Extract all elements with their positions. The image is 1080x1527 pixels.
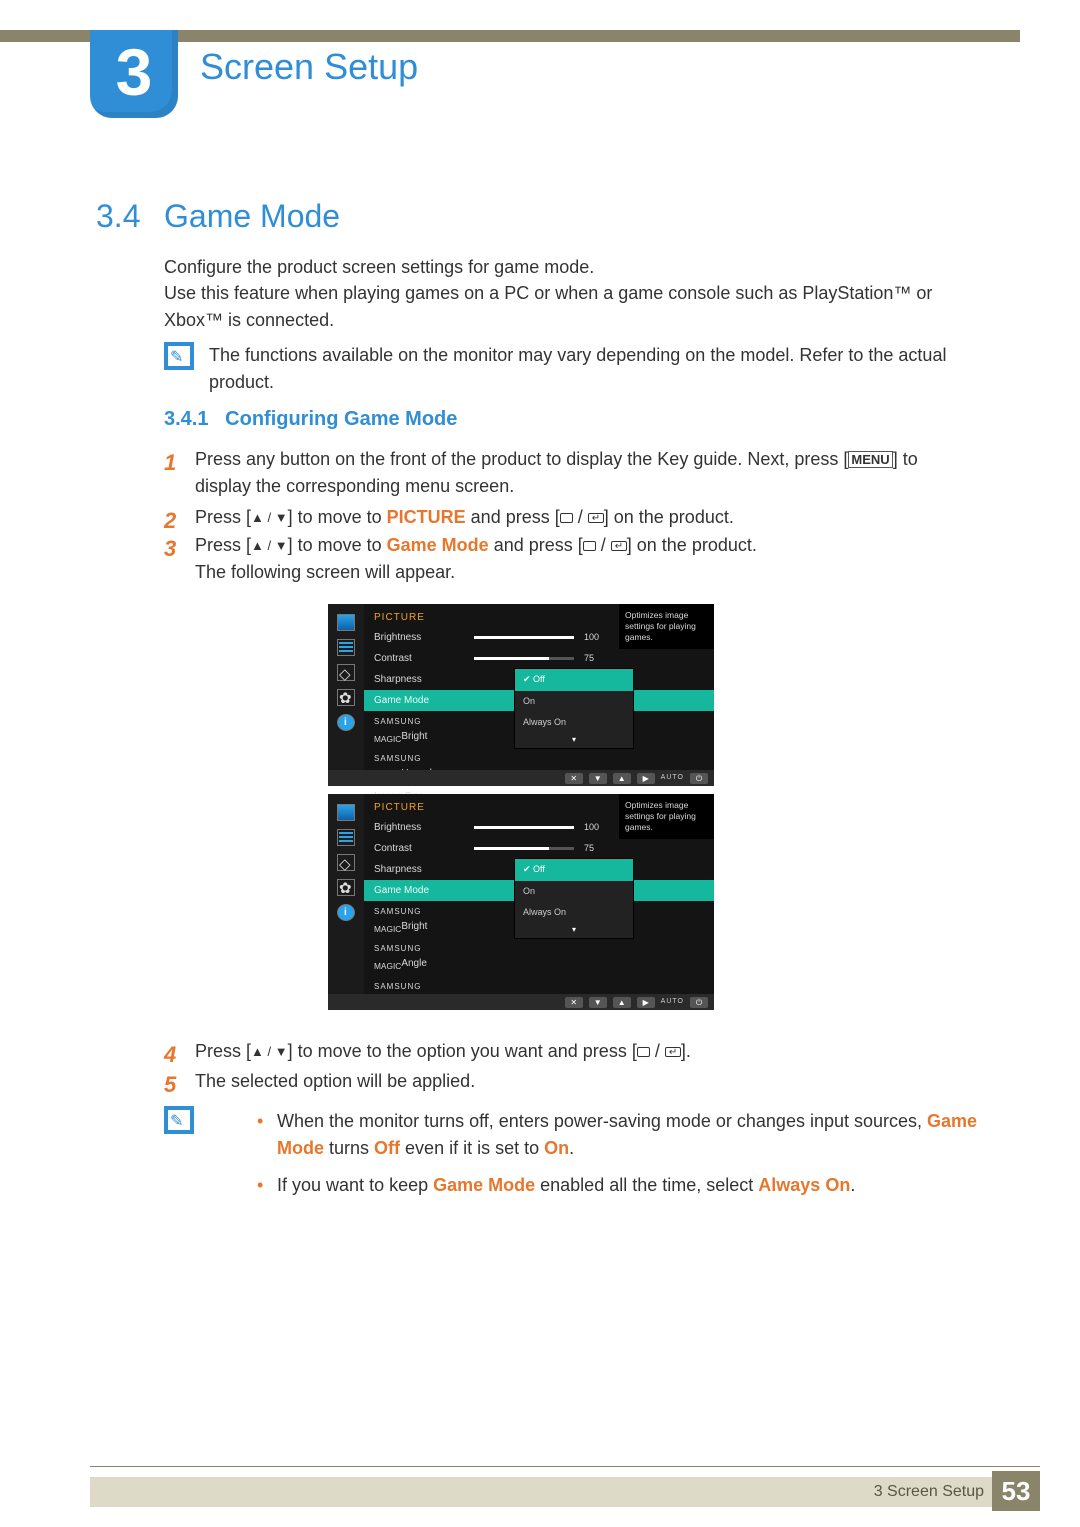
power-icon: ⏻: [690, 773, 708, 784]
right-icon: ▶: [637, 773, 655, 784]
select-icon: [637, 1047, 650, 1057]
osd-tooltip: Optimizes image settings for playing gam…: [619, 604, 714, 649]
up-down-icon: ▲ / ▼: [251, 538, 288, 553]
note-top-text: The functions available on the monitor m…: [209, 342, 979, 396]
option-on: On: [515, 691, 633, 713]
step-1: 1 Press any button on the front of the p…: [164, 446, 984, 500]
step-number: 5: [164, 1068, 190, 1101]
section-number: 3.4: [96, 192, 140, 240]
osd-sidebar: [328, 604, 364, 770]
option-on: On: [515, 881, 633, 903]
info-tab-icon: [337, 714, 355, 731]
color-tab-icon: [337, 639, 355, 656]
color-tab-icon: [337, 829, 355, 846]
osd-sidebar: [328, 794, 364, 994]
right-icon: ▶: [637, 997, 655, 1008]
footer-rule: [90, 1466, 1040, 1467]
settings-tab-icon: [337, 879, 355, 896]
enter-icon: [588, 513, 604, 523]
settings-tab-icon: [337, 689, 355, 706]
step-5: 5 The selected option will be applied.: [164, 1068, 984, 1101]
osd-options-popup: Off On Always On ▾: [514, 668, 634, 749]
note-icon: [164, 1106, 194, 1134]
option-off: Off: [515, 859, 633, 881]
osd-row-contrast: Contrast 75: [364, 838, 714, 859]
up-icon: ▲: [613, 773, 631, 784]
auto-label: AUTO: [661, 773, 684, 784]
select-icon: [583, 541, 596, 551]
page-number: 53: [992, 1471, 1040, 1511]
scroll-down-icon: ▾: [515, 734, 633, 748]
step-text: Press [▲ / ▼] to move to the option you …: [195, 1038, 975, 1065]
osd-main: PICTURE Brightness 100 Contrast 75 Sharp…: [364, 794, 714, 994]
subsection-number: 3.4.1: [164, 408, 208, 430]
close-icon: ✕: [565, 773, 583, 784]
up-icon: ▲: [613, 997, 631, 1008]
target-picture: PICTURE: [387, 507, 466, 527]
close-icon: ✕: [565, 997, 583, 1008]
osd-menu-figure-2: PICTURE Brightness 100 Contrast 75 Sharp…: [328, 794, 714, 994]
subsection-title: Configuring Game Mode: [225, 408, 457, 430]
note-top: The functions available on the monitor m…: [164, 342, 984, 396]
down-icon: ▼: [589, 997, 607, 1008]
osd-row-magic-angle: SAMSUNGMAGICAngle: [364, 938, 714, 975]
note-bottom: When the monitor turns off, enters power…: [164, 1106, 984, 1209]
up-down-icon: ▲ / ▼: [251, 1044, 288, 1059]
step-4: 4 Press [▲ / ▼] to move to the option yo…: [164, 1038, 984, 1071]
option-always-on: Always On: [515, 712, 633, 734]
scroll-down-icon: ▾: [515, 924, 633, 938]
step-3: 3 Press [▲ / ▼] to move to Game Mode and…: [164, 532, 984, 586]
osd-row-contrast: Contrast 75: [364, 648, 714, 669]
osd-tooltip: Optimizes image settings for playing gam…: [619, 794, 714, 839]
osd-options-popup: Off On Always On ▾: [514, 858, 634, 939]
option-always-on: Always On: [515, 902, 633, 924]
down-icon: ▼: [589, 773, 607, 784]
step-number: 4: [164, 1038, 190, 1071]
select-icon: [560, 513, 573, 523]
osd-bottom-bar-2: ✕ ▼ ▲ ▶ AUTO ⏻: [328, 994, 714, 1010]
chapter-badge: 3: [90, 30, 178, 118]
osd-main: PICTURE Brightness 100 Contrast 75 Sharp…: [364, 604, 714, 770]
subsection-heading: 3.4.1 Configuring Game Mode: [164, 404, 457, 434]
target-game-mode: Game Mode: [387, 535, 489, 555]
up-down-icon: ▲ / ▼: [251, 510, 288, 525]
note-bullet-2: If you want to keep Game Mode enabled al…: [253, 1172, 979, 1199]
size-tab-icon: [337, 854, 355, 871]
size-tab-icon: [337, 664, 355, 681]
enter-icon: [665, 1047, 681, 1057]
intro-paragraph-1: Configure the product screen settings fo…: [164, 254, 984, 281]
osd-bottom-bar-1: ✕ ▼ ▲ ▶ AUTO ⏻: [328, 770, 714, 786]
option-off: Off: [515, 669, 633, 691]
step-text: Press any button on the front of the pro…: [195, 446, 975, 500]
power-icon: ⏻: [690, 997, 708, 1008]
footer-bar: 3 Screen Setup: [90, 1477, 1040, 1507]
step-number: 1: [164, 446, 190, 479]
step-text: Press [▲ / ▼] to move to PICTURE and pre…: [195, 504, 975, 531]
chapter-title: Screen Setup: [200, 40, 418, 94]
step-text: Press [▲ / ▼] to move to Game Mode and p…: [195, 532, 975, 586]
section-title: Game Mode: [164, 192, 340, 240]
note-icon: [164, 342, 194, 370]
picture-tab-icon: [337, 804, 355, 821]
picture-tab-icon: [337, 614, 355, 631]
step-number: 3: [164, 532, 190, 565]
note-bottom-text: When the monitor turns off, enters power…: [209, 1106, 979, 1209]
auto-label: AUTO: [661, 997, 684, 1008]
intro-paragraph-2: Use this feature when playing games on a…: [164, 280, 984, 334]
info-tab-icon: [337, 904, 355, 921]
step-text: The selected option will be applied.: [195, 1068, 975, 1095]
menu-button-label: MENU: [848, 451, 892, 468]
enter-icon: [611, 541, 627, 551]
osd-menu-figure-1: PICTURE Brightness 100 Contrast 75 Sharp…: [328, 604, 714, 770]
note-bullet-1: When the monitor turns off, enters power…: [253, 1108, 979, 1162]
